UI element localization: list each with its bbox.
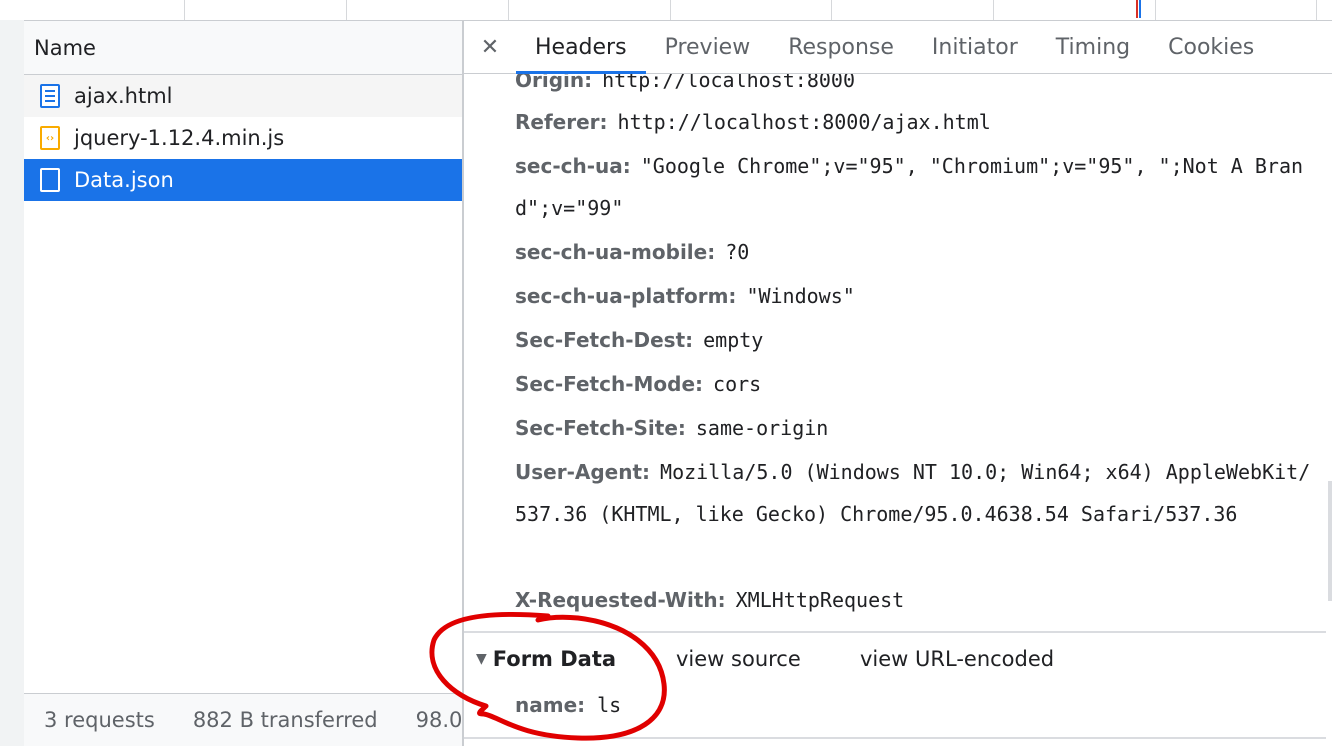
triangle-down-icon: ▼ — [476, 651, 487, 667]
html-document-icon — [40, 84, 60, 108]
request-list-panel: Name ajax.html ‹› jquery-1.12.4.min.js D… — [24, 21, 464, 746]
tab-headers[interactable]: Headers — [516, 21, 646, 74]
timeline-gridline — [831, 0, 832, 20]
form-data-section: ▼ Form Data view source view URL-encoded… — [464, 631, 1326, 748]
request-name: Data.json — [74, 168, 174, 192]
header-row-sec-fetch-dest: Sec-Fetch-Dest: empty — [515, 328, 764, 352]
header-row-sec-ch-ua-mobile: sec-ch-ua-mobile: ?0 — [515, 240, 750, 264]
header-row-sec-fetch-mode: Sec-Fetch-Mode: cors — [515, 372, 762, 396]
form-data-row-name: name: ls — [515, 693, 622, 717]
header-row-x-requested-with: X-Requested-With: XMLHttpRequest — [515, 588, 905, 612]
name-column-header[interactable]: Name — [24, 21, 462, 75]
request-row-jquery[interactable]: ‹› jquery-1.12.4.min.js — [24, 117, 462, 159]
header-row-sec-ch-ua: sec-ch-ua: "Google Chrome";v="95", "Chrom… — [515, 154, 1304, 220]
request-name: jquery-1.12.4.min.js — [74, 126, 285, 150]
json-file-icon — [40, 168, 60, 192]
view-url-encoded-link[interactable]: view URL-encoded — [860, 647, 1054, 671]
request-count: 3 requests — [44, 708, 155, 732]
network-overview-timeline[interactable] — [0, 0, 1332, 21]
request-row-ajax-html[interactable]: ajax.html — [24, 75, 462, 117]
detail-tab-bar: ✕ Headers Preview Response Initiator Tim… — [464, 21, 1332, 74]
header-row-referer: Referer: http://localhost:8000/ajax.html — [515, 110, 991, 134]
request-detail-panel: ✕ Headers Preview Response Initiator Tim… — [464, 21, 1332, 746]
header-row-sec-fetch-site: Sec-Fetch-Site: same-origin — [515, 416, 829, 440]
name-column-label: Name — [34, 35, 96, 60]
tab-response[interactable]: Response — [769, 21, 913, 73]
tab-cookies[interactable]: Cookies — [1149, 21, 1273, 73]
dom-content-loaded-marker — [1139, 0, 1141, 18]
script-file-icon: ‹› — [40, 126, 60, 150]
timeline-gridline — [508, 0, 509, 20]
network-status-bar: 3 requests 882 B transferred 98.0 — [24, 693, 462, 746]
timeline-gridline — [670, 0, 671, 20]
tab-timing[interactable]: Timing — [1037, 21, 1149, 73]
timeline-gridline — [993, 0, 994, 20]
header-row-sec-ch-ua-platform: sec-ch-ua-platform: "Windows" — [515, 284, 855, 308]
timeline-gridline — [1316, 0, 1317, 20]
form-data-toggle[interactable]: ▼ Form Data — [476, 647, 616, 671]
form-data-divider — [464, 737, 1326, 739]
timeline-gridline — [184, 0, 185, 20]
close-detail-icon[interactable]: ✕ — [464, 35, 516, 60]
request-row-data-json[interactable]: Data.json — [24, 159, 462, 201]
view-source-link[interactable]: view source — [676, 647, 801, 671]
form-data-title: Form Data — [492, 647, 617, 671]
tab-initiator[interactable]: Initiator — [913, 21, 1037, 73]
request-name: ajax.html — [74, 84, 173, 108]
transferred-size: 882 B transferred — [192, 708, 378, 732]
load-event-marker — [1136, 0, 1138, 18]
resources-size: 98.0 — [415, 708, 462, 732]
header-row-user-agent: User-Agent: Mozilla/5.0 (Windows NT 10.0;… — [515, 460, 1311, 526]
tab-preview[interactable]: Preview — [646, 21, 770, 73]
waterfall-edge — [0, 20, 25, 746]
timeline-gridline — [346, 0, 347, 20]
timeline-gridline — [1155, 0, 1156, 20]
request-headers-list: Origin: http://localhost:8000 Referer: htt… — [464, 59, 1332, 631]
